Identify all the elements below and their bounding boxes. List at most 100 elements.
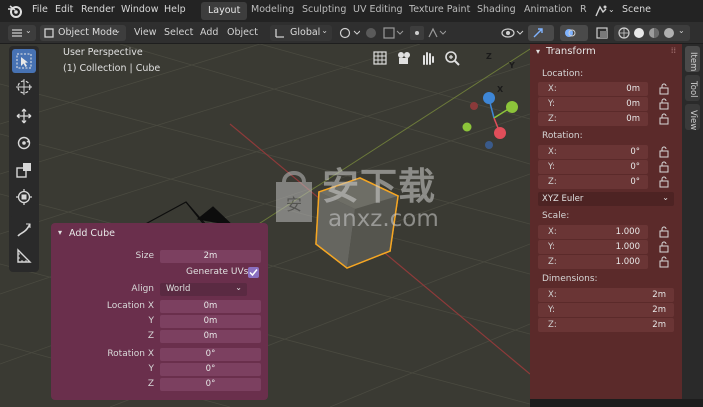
lock-icon[interactable] <box>658 146 670 158</box>
xray-toggle-icon[interactable] <box>595 26 609 40</box>
tab-tool[interactable]: Tool <box>685 75 700 101</box>
header-menu-object[interactable]: Object <box>227 27 258 38</box>
tab-texture-paint[interactable]: Texture Paint <box>409 4 470 15</box>
location-z-value: 0m <box>203 331 218 341</box>
dimensions-z-field[interactable]: Z: 2m <box>538 318 674 332</box>
wireframe-shading-icon[interactable] <box>618 27 630 39</box>
redo-panel-title[interactable]: Add Cube <box>69 228 115 239</box>
generate-uvs-checkbox[interactable] <box>248 267 259 278</box>
move-tool[interactable] <box>12 104 36 128</box>
rotate-tool[interactable] <box>12 131 36 155</box>
rotation-label: Rotation: <box>542 131 583 141</box>
align-dropdown[interactable]: World ⌄ <box>160 283 247 296</box>
rotation-x-field[interactable]: 0° <box>160 348 261 361</box>
select-box-tool[interactable] <box>12 49 36 73</box>
pivot-point-icon[interactable] <box>338 26 360 40</box>
header-menu-add[interactable]: Add <box>200 27 218 38</box>
pan-hand-icon[interactable] <box>420 50 436 66</box>
lock-icon[interactable] <box>658 113 670 125</box>
mode-dropdown[interactable]: Object Mode ⌄ <box>40 25 126 41</box>
snap-icon[interactable] <box>364 26 404 40</box>
scale-z-field[interactable]: Z: 1.000 <box>538 255 648 269</box>
location-x-field[interactable]: X: 0m <box>538 82 648 96</box>
scene-name[interactable]: Scene <box>622 4 651 15</box>
tab-rendering[interactable]: R <box>580 4 587 15</box>
tab-item-label: Item <box>688 52 698 72</box>
blender-logo-icon[interactable] <box>7 3 23 19</box>
tab-layout[interactable]: Layout <box>201 2 248 20</box>
lock-icon[interactable] <box>658 226 670 238</box>
material-shading-icon[interactable] <box>648 27 660 39</box>
rotation-y-field[interactable]: 0° <box>160 363 261 376</box>
tab-tool-label: Tool <box>688 81 698 98</box>
scale-tool[interactable] <box>12 158 36 182</box>
tab-sculpting[interactable]: Sculpting <box>302 4 346 15</box>
lock-icon[interactable] <box>658 83 670 95</box>
lock-icon[interactable] <box>658 176 670 188</box>
transform-panel-title[interactable]: Transform <box>546 46 596 57</box>
location-y-field[interactable]: 0m <box>160 315 261 328</box>
chevron-down-icon[interactable]: ⌄ <box>678 26 685 35</box>
location-y-label: Y <box>148 316 155 326</box>
rotation-y-field[interactable]: Y: 0° <box>538 160 648 174</box>
lock-icon[interactable] <box>658 98 670 110</box>
menu-file[interactable]: File <box>32 4 48 15</box>
menu-window[interactable]: Window <box>121 4 158 15</box>
lock-icon[interactable] <box>658 161 670 173</box>
solid-shading-icon[interactable] <box>633 27 645 39</box>
scene-icon[interactable] <box>594 4 608 18</box>
menu-render[interactable]: Render <box>81 4 115 15</box>
rotation-z-field[interactable]: Z: 0° <box>538 175 648 189</box>
tab-uv-editing[interactable]: UV Editing <box>353 4 403 15</box>
location-z-label: Z <box>147 331 154 341</box>
size-field[interactable]: 2m <box>160 250 261 263</box>
tab-shading[interactable]: Shading <box>477 4 516 15</box>
overlays-toggle-button[interactable] <box>560 25 588 41</box>
gizmo-z-label: Z <box>486 52 492 61</box>
proportional-editing-icon[interactable] <box>410 26 446 40</box>
tab-animation[interactable]: Animation <box>524 4 572 15</box>
scene-dropdown-chevron-icon[interactable]: ⌄ <box>608 5 615 14</box>
cursor-tool[interactable] <box>12 75 36 99</box>
header-menu-select[interactable]: Select <box>164 27 193 38</box>
transform-orientation-dropdown[interactable]: Global ⌄ <box>270 25 332 41</box>
rotation-mode-dropdown[interactable]: XYZ Euler ⌄ <box>538 192 674 206</box>
header-menu-view[interactable]: View <box>134 27 157 38</box>
dimensions-x-field[interactable]: X: 2m <box>538 288 674 302</box>
rotation-x-field[interactable]: X: 0° <box>538 145 648 159</box>
tab-modeling[interactable]: Modeling <box>251 4 294 15</box>
gizmo-icon <box>533 28 543 38</box>
location-x-field[interactable]: 0m <box>160 300 261 313</box>
rotation-z-field[interactable]: 0° <box>160 378 261 391</box>
rendered-shading-icon[interactable] <box>663 27 675 39</box>
tab-view[interactable]: View <box>685 104 700 130</box>
scale-y-field[interactable]: Y: 1.000 <box>538 240 648 254</box>
camera-view-icon[interactable] <box>396 50 412 66</box>
collapse-triangle-icon[interactable]: ▾ <box>536 47 540 56</box>
location-z-field[interactable]: 0m <box>160 330 261 343</box>
lock-icon[interactable] <box>658 256 670 268</box>
transform-tool[interactable] <box>12 185 36 209</box>
lock-icon[interactable] <box>658 241 670 253</box>
gizmo-toggle-button[interactable] <box>528 25 554 41</box>
align-value: World <box>166 284 191 294</box>
drag-handle-icon[interactable]: ⁞⁞ <box>671 46 676 55</box>
collapse-triangle-icon[interactable]: ▾ <box>58 228 62 237</box>
menu-edit[interactable]: Edit <box>55 4 73 15</box>
scale-x-field[interactable]: X: 1.000 <box>538 225 648 239</box>
editor-type-button[interactable]: ⌄ <box>8 25 36 41</box>
generate-uvs-label: Generate UVs <box>186 267 249 277</box>
tab-item[interactable]: Item <box>685 46 700 72</box>
location-y-field[interactable]: Y: 0m <box>538 97 648 111</box>
grid-view-icon[interactable] <box>372 50 388 66</box>
object-mode-icon <box>44 28 54 38</box>
annotate-tool[interactable] <box>12 218 36 242</box>
visibility-icon[interactable] <box>500 25 524 41</box>
measure-tool[interactable] <box>12 244 36 268</box>
zoom-icon[interactable] <box>444 50 460 66</box>
dimensions-y-field[interactable]: Y: 2m <box>538 303 674 317</box>
location-z-field[interactable]: Z: 0m <box>538 112 648 126</box>
axis-label: X: <box>548 84 557 94</box>
menu-help[interactable]: Help <box>164 4 186 15</box>
dimensions-z-value: 2m <box>652 320 666 330</box>
